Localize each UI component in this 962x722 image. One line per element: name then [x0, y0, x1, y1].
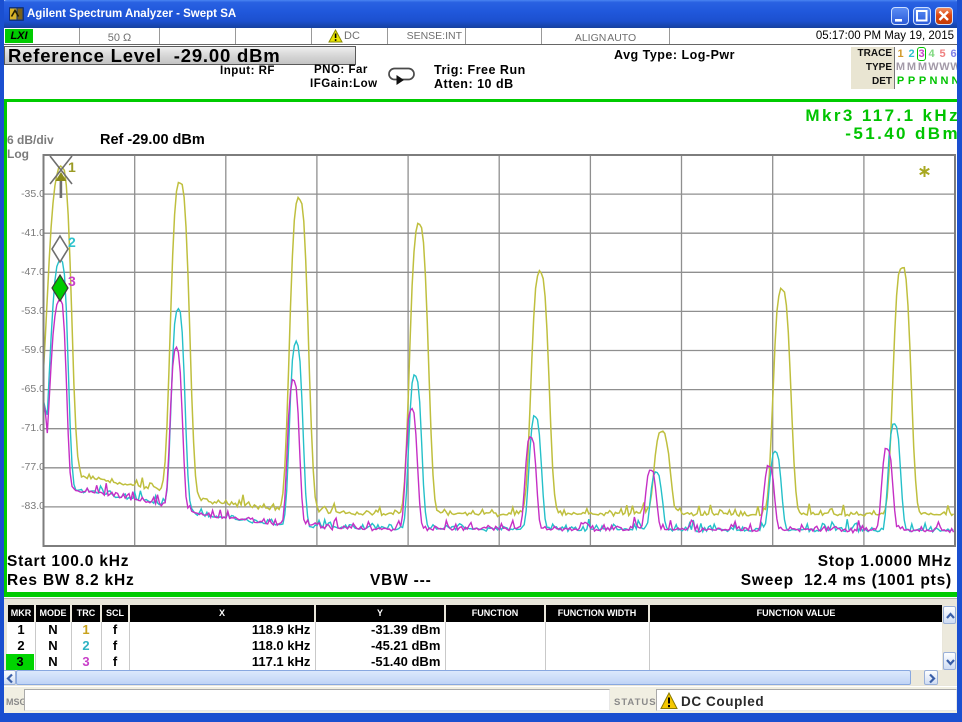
svg-text:3: 3 [68, 273, 76, 289]
svg-text:1: 1 [68, 159, 76, 175]
svg-text:2: 2 [68, 234, 76, 250]
